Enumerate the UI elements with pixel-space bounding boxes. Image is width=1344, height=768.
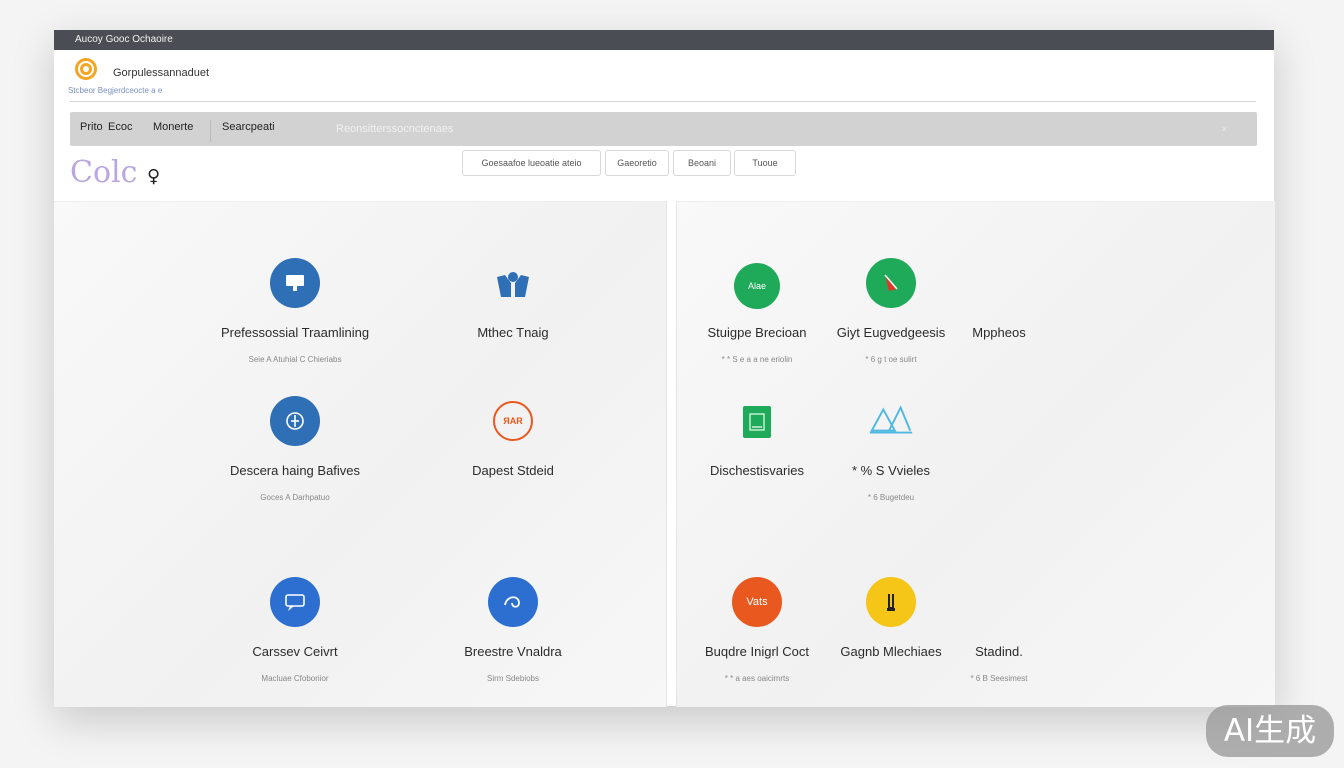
label-icon: Vats	[732, 577, 782, 627]
left-panel: Prefessossial Traamlining Seie A Atuhial…	[54, 201, 667, 707]
filter-chip-3[interactable]: Beoani	[673, 150, 731, 176]
sub-logo-text: Colc	[70, 155, 137, 190]
badge-icon: ЯAR	[493, 401, 533, 441]
tile-stadind[interactable]: Stadind. * 6 B Seesimest	[929, 577, 1069, 683]
tile-subtitle: Macluae Cfoboriior	[261, 674, 329, 683]
nav-divider	[210, 120, 211, 142]
filter-chip-2[interactable]: Gaeoretio	[605, 150, 669, 176]
filter-chip-1[interactable]: Goesaafoe lueoatie ateio	[462, 150, 601, 176]
tile-title: Mppheos	[972, 325, 1026, 340]
tile-subtitle: * 6 Bugetdeu	[867, 493, 915, 502]
brand-logo-icon[interactable]	[75, 58, 97, 80]
nav-item-searcpeati[interactable]: Searcpeati	[222, 112, 275, 142]
monitor-icon	[270, 258, 320, 308]
diagram-icon	[866, 396, 916, 446]
tile-dapest-stdeid[interactable]: ЯAR Dapest Stdeid	[413, 396, 613, 496]
pin-icon	[866, 258, 916, 308]
brand-subtitle: Stcbeor Begjerdceocte a e	[68, 86, 163, 95]
nav-search-field[interactable]: Reonsitterssocnctenaes	[336, 112, 453, 146]
tools-icon	[866, 577, 916, 627]
tile-subtitle: Seie A Atuhial C Chieriabs	[248, 355, 342, 364]
tile-title: Descera haing Bafives	[229, 463, 361, 478]
navigation-bar: Prito Ecoc Monerte Searcpeati Reonsitter…	[70, 112, 1257, 146]
tile-carssev-ceivrt[interactable]: Carssev Ceivrt Macluae Cfoboriior	[195, 577, 395, 683]
tile-professional-training[interactable]: Prefessossial Traamlining Seie A Atuhial…	[195, 258, 395, 364]
key-icon: ♀	[147, 166, 160, 187]
tile-title: Breestre Vnaldra	[464, 644, 562, 659]
sub-logo: Colc ♀	[70, 150, 170, 190]
document-icon	[743, 406, 771, 438]
tile-mthec-tnaig[interactable]: Mthec Tnaig	[413, 258, 613, 358]
tile-title: Stadind.	[975, 644, 1023, 659]
nav-item-ecoc[interactable]: Ecoc	[108, 112, 132, 142]
nav-item-monerte[interactable]: Monerte	[153, 112, 193, 142]
brand-circle-icon: Alae	[734, 263, 780, 309]
ai-generated-badge: AI生成	[1206, 705, 1334, 757]
anchor-icon	[270, 396, 320, 446]
tile-title: Mthec Tnaig	[477, 325, 549, 340]
filter-chip-4[interactable]: Tuoue	[734, 150, 796, 176]
chat-icon	[270, 577, 320, 627]
brand-name: Gorpulessannaduet	[113, 67, 210, 79]
people-icon	[488, 258, 538, 308]
tile-subtitle: Sirm Sdebiobs	[486, 674, 540, 683]
window-titlebar: Aucoy Gooc Ochaoire	[54, 30, 1274, 50]
header-divider	[70, 101, 1256, 102]
tile-breestre-vnaldra[interactable]: Breestre Vnaldra Sirm Sdebiobs	[413, 577, 613, 683]
tile-mppheos[interactable]: Mppheos	[929, 258, 1069, 358]
tile-title: * % S Vvieles	[851, 463, 931, 478]
app-window: Aucoy Gooc Ochaoire Gorpulessannaduet St…	[54, 30, 1275, 707]
tile-subtitle: * 6 B Seesimest	[970, 674, 1028, 683]
right-panel: Alae Stuigpe Brecioan * * S e a a ne eri…	[676, 201, 1275, 707]
tile-vvieles[interactable]: * % S Vvieles * 6 Bugetdeu	[791, 396, 991, 502]
tile-descera-haing-bafives[interactable]: Descera haing Bafives Goces A Darhpatuo	[195, 396, 395, 502]
tile-title: Prefessossial Traamlining	[220, 325, 370, 340]
close-icon[interactable]: ×	[1222, 112, 1227, 146]
tile-subtitle: Goces A Darhpatuo	[260, 493, 330, 502]
tile-title: Carssev Ceivrt	[252, 644, 338, 659]
tile-title: Dapest Stdeid	[472, 463, 554, 478]
swirl-icon	[488, 577, 538, 627]
app-header: Gorpulessannaduet Stcbeor Begjerdceocte …	[54, 50, 1274, 102]
nav-item-prito[interactable]: Prito	[80, 112, 103, 142]
